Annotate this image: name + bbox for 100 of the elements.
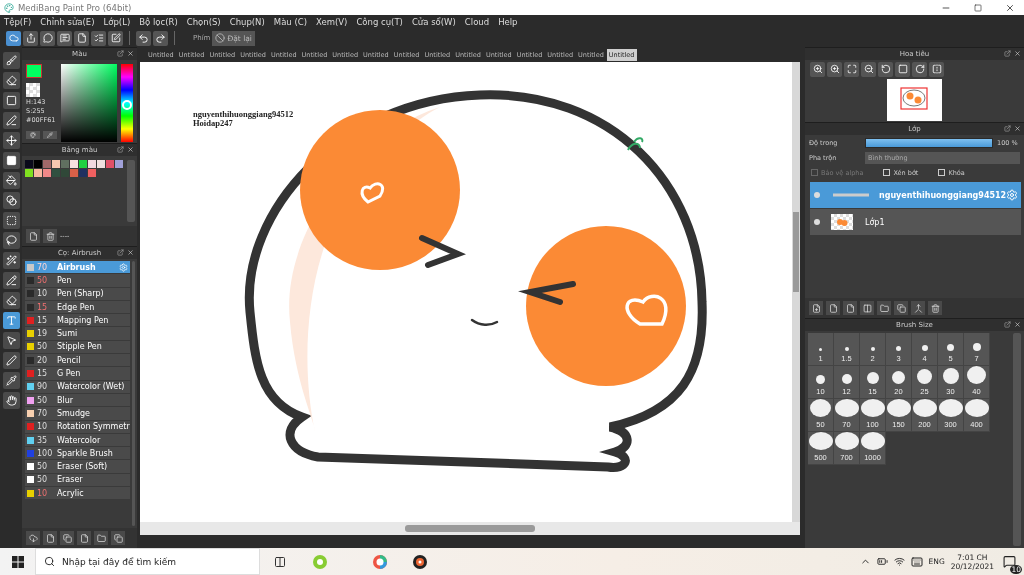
brush-panel-button[interactable] <box>43 531 57 545</box>
menu-item[interactable]: Cloud <box>464 17 490 27</box>
toolbar-button[interactable] <box>108 30 123 46</box>
navigator-button[interactable] <box>861 61 876 77</box>
close-icon[interactable] <box>1014 125 1021 132</box>
palette-swatch[interactable] <box>34 160 42 168</box>
bucket-tool-button[interactable] <box>2 172 20 189</box>
layer-panel-button[interactable] <box>860 301 874 315</box>
hand-tool-button[interactable] <box>2 392 20 409</box>
navigator-button[interactable] <box>827 61 842 77</box>
menu-item[interactable]: Lớp(L) <box>103 17 131 27</box>
close-icon[interactable] <box>127 146 134 153</box>
battery-icon[interactable] <box>876 556 888 567</box>
palette-swatch[interactable] <box>70 160 78 168</box>
palette-swatch[interactable] <box>61 160 69 168</box>
background-swatch[interactable] <box>26 83 40 97</box>
navigator-button[interactable] <box>895 61 910 77</box>
toolbar-button[interactable] <box>91 30 106 46</box>
palette-swatch[interactable] <box>115 160 123 168</box>
layer-panel-button[interactable] <box>826 301 840 315</box>
palette-swatch[interactable] <box>52 160 60 168</box>
navigator-button[interactable] <box>844 61 859 77</box>
toolbar-button[interactable] <box>40 30 55 46</box>
popout-icon[interactable] <box>117 50 124 57</box>
visibility-dot[interactable] <box>814 219 820 225</box>
undo-button[interactable] <box>136 30 151 46</box>
close-icon[interactable] <box>1014 321 1021 328</box>
line-tool-button[interactable] <box>2 112 20 129</box>
gradient-tool-button[interactable] <box>2 192 20 209</box>
palette-swatch[interactable] <box>25 169 33 177</box>
palette-swatch[interactable] <box>79 169 87 177</box>
menu-item[interactable]: Chỉnh sửa(E) <box>40 17 95 27</box>
move-tool-button[interactable] <box>2 132 20 149</box>
lasso-tool-button[interactable] <box>2 232 20 249</box>
palette-swatch[interactable] <box>88 169 96 177</box>
brush-item[interactable]: 50 Pen <box>25 274 130 288</box>
navigator-button[interactable] <box>810 61 825 77</box>
scrollbar[interactable] <box>127 160 135 222</box>
layer-panel-button[interactable] <box>843 301 857 315</box>
menu-item[interactable]: Công cụ(T) <box>356 17 403 27</box>
saturation-field[interactable] <box>61 64 118 142</box>
brush-item[interactable]: 15 Mapping Pen <box>25 314 130 328</box>
canvas[interactable]: nguyenthihuonggiang94512 Hoidap247 <box>140 62 792 522</box>
visibility-dot[interactable] <box>814 192 820 198</box>
dropper-tool-button[interactable] <box>2 372 20 389</box>
palette-swatch[interactable] <box>106 160 114 168</box>
opacity-slider[interactable] <box>865 137 993 148</box>
menu-item[interactable]: Màu (C) <box>273 17 307 27</box>
close-icon[interactable] <box>1014 50 1021 57</box>
brush-item[interactable]: 70 Smudge <box>25 407 130 421</box>
palette-button[interactable] <box>26 131 40 139</box>
navigator-button[interactable] <box>929 61 944 77</box>
toolbar-button[interactable] <box>6 30 21 46</box>
palette-swatch[interactable] <box>61 169 69 177</box>
shape-tool-button[interactable] <box>2 92 20 109</box>
foreground-swatch[interactable] <box>26 64 42 78</box>
pen-tool-button[interactable] <box>2 352 20 369</box>
toolbar-button[interactable] <box>74 30 89 46</box>
brush-item[interactable]: 100 Sparkle Brush <box>25 447 130 461</box>
palette-swatch[interactable] <box>97 160 105 168</box>
menu-item[interactable]: Bộ lọc(R) <box>139 17 178 27</box>
brush-panel-button[interactable] <box>60 531 74 545</box>
palette-swatch[interactable] <box>79 160 87 168</box>
menu-item[interactable]: Xem(V) <box>316 17 348 27</box>
selecteraser-tool-button[interactable] <box>2 292 20 309</box>
menu-item[interactable]: Chọn(S) <box>186 17 221 27</box>
redo-button[interactable] <box>153 30 168 46</box>
layer-panel-button[interactable] <box>928 301 942 315</box>
new-palette-button[interactable] <box>26 229 40 243</box>
palette-swatch[interactable] <box>43 160 51 168</box>
eraser-tool-button[interactable] <box>2 72 20 89</box>
wifi-icon[interactable] <box>893 556 905 567</box>
popout-icon[interactable] <box>1004 125 1011 132</box>
menu-item[interactable]: Tệp(F) <box>4 17 32 27</box>
palette-swatch[interactable] <box>88 160 96 168</box>
palette-swatch[interactable] <box>70 169 78 177</box>
text-tool-button[interactable] <box>2 312 20 329</box>
settings-icon[interactable] <box>1006 189 1019 201</box>
toolbar-button[interactable] <box>57 30 72 46</box>
select-tool-button[interactable] <box>2 212 20 229</box>
palette-swatch[interactable] <box>34 169 42 177</box>
popout-icon[interactable] <box>1004 50 1011 57</box>
brush-panel-button[interactable] <box>94 531 108 545</box>
hue-slider[interactable] <box>121 64 133 142</box>
popout-icon[interactable] <box>1004 321 1011 328</box>
layer-panel-button[interactable] <box>877 301 891 315</box>
scrollbar[interactable] <box>1013 333 1021 546</box>
menu-item[interactable]: Chụp(N) <box>229 17 265 27</box>
brush-panel-button[interactable] <box>111 531 125 545</box>
keyboard-icon[interactable] <box>910 555 923 568</box>
vertical-scrollbar[interactable] <box>792 62 800 522</box>
brush-tool-button[interactable] <box>2 52 20 69</box>
close-icon[interactable] <box>127 249 134 256</box>
palette-swatch[interactable] <box>52 169 60 177</box>
taskbar-search-field[interactable]: Nhập tại đây để tìm kiếm <box>35 548 260 575</box>
popout-icon[interactable] <box>117 249 124 256</box>
delete-button[interactable] <box>43 229 57 243</box>
eyedropper-button[interactable] <box>43 131 57 139</box>
brush-item[interactable]: 19 Sumi <box>25 327 130 341</box>
layer-item[interactable]: Lớp1 <box>810 209 1022 235</box>
